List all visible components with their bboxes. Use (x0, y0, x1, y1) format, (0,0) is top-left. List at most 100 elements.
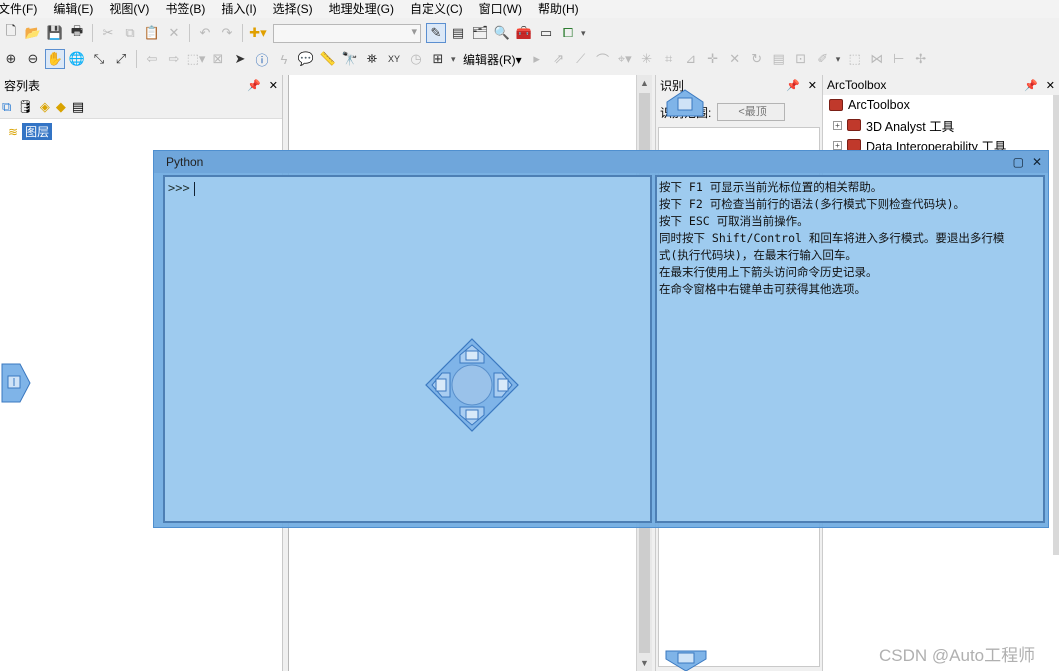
scroll-down-icon[interactable]: ▼ (637, 655, 652, 671)
arctoolbox-root[interactable]: ArcToolbox (823, 95, 1059, 115)
maximize-icon[interactable]: ▢ (1013, 155, 1024, 169)
python-window-icon[interactable]: ▭ (536, 23, 556, 43)
go-to-xy-icon[interactable]: XY (384, 49, 404, 69)
menu-bookmarks[interactable]: 书签(B) (165, 1, 212, 17)
vertex-icon[interactable]: ⊢ (889, 49, 909, 69)
window-right-scrollbar[interactable] (1053, 95, 1059, 555)
python-window[interactable]: Python ▢ ✕ >>> 按下 F1 可显示当前光标位置的相关帮助。 按下 … (153, 150, 1049, 528)
print-icon[interactable]: 🖶 (67, 23, 87, 43)
scroll-up-icon[interactable]: ▲ (637, 75, 652, 91)
modelbuilder-icon[interactable]: ⧠ (558, 23, 578, 43)
edit-annotation-icon[interactable]: ⇗ (549, 49, 569, 69)
list-by-selection-icon[interactable]: ◆ (56, 99, 66, 115)
trace-icon[interactable]: ⌖▾ (615, 49, 635, 69)
sketch-properties-icon[interactable]: ⊡ (791, 49, 811, 69)
full-extent-globe-icon[interactable]: 🌐 (67, 49, 87, 69)
clear-selection-icon[interactable]: ⊠ (208, 49, 228, 69)
expand-icon[interactable]: + (833, 120, 842, 130)
menu-geoprocessing[interactable]: 地理处理(G) (329, 1, 401, 17)
create-features-icon[interactable]: ✐ (813, 49, 833, 69)
editor-menu-button[interactable]: 编辑器(R)▾ (459, 51, 526, 68)
topology-icon[interactable]: ⋈ (867, 49, 887, 69)
reshape-icon[interactable]: ⊿ (681, 49, 701, 69)
time-slider-icon[interactable]: ◷ (406, 49, 426, 69)
hyperlink-icon[interactable]: ϟ (274, 49, 294, 69)
select-elements-icon[interactable]: ➤ (230, 49, 250, 69)
options-icon[interactable]: ▤ (72, 99, 84, 115)
add-data-icon[interactable]: ✚▾ (248, 23, 268, 43)
select-features-icon[interactable]: ⬚▾ (186, 49, 206, 69)
close-icon[interactable]: ✕ (1032, 155, 1042, 169)
edit-vertices-icon[interactable]: ⌗ (659, 49, 679, 69)
toolbar-overflow-icon[interactable]: ▾ (581, 26, 587, 40)
menu-file[interactable]: 文件(F) (0, 1, 44, 17)
list-by-source-icon[interactable]: 🛢 (17, 99, 34, 115)
search-window-icon[interactable]: 🔍 (492, 23, 512, 43)
dock-compass-icon[interactable] (424, 337, 520, 433)
close-icon[interactable]: ✕ (808, 79, 817, 92)
pin-icon[interactable]: 📌 (786, 79, 800, 92)
identify-info-icon[interactable]: ⓘ (252, 49, 272, 69)
cut-polygons-icon[interactable]: ✛ (703, 49, 723, 69)
zoom-out-icon[interactable]: ⊖ (23, 49, 43, 69)
menu-selection[interactable]: 选择(S) (273, 1, 320, 17)
end-point-arc-icon[interactable]: ⌒ (593, 49, 613, 69)
attributes-icon[interactable]: ▤ (769, 49, 789, 69)
find-binoculars-icon[interactable]: 🔭 (340, 49, 360, 69)
open-folder-icon[interactable]: 📂 (23, 23, 43, 43)
fixed-zoom-in-icon[interactable]: ⤡ (89, 49, 109, 69)
table-of-contents-window-icon[interactable]: ▤ (448, 23, 468, 43)
layer-label[interactable]: 图层 (22, 123, 53, 140)
menu-windows[interactable]: 窗口(W) (479, 1, 529, 17)
fixed-zoom-out-icon[interactable]: ⤢ (111, 49, 131, 69)
toolbar-overflow-icon[interactable]: ▾ (836, 52, 842, 66)
measure-icon[interactable]: 📏 (318, 49, 338, 69)
catalog-window-icon[interactable]: 🗂 (470, 23, 490, 43)
straight-segment-icon[interactable]: ⟋ (571, 49, 591, 69)
identify-from-select[interactable]: <最顶 (717, 103, 786, 121)
menu-insert[interactable]: 插入(I) (221, 1, 263, 17)
html-popup-icon[interactable]: 💬 (296, 49, 316, 69)
menu-view[interactable]: 视图(V) (109, 1, 156, 17)
dock-top-guide-icon[interactable] (665, 88, 705, 118)
pin-icon[interactable]: 📌 (247, 79, 261, 92)
python-title-bar[interactable]: Python ▢ ✕ (154, 151, 1048, 173)
redo-icon[interactable]: ↷ (217, 23, 237, 43)
copy-icon[interactable]: ⧉ (120, 23, 140, 43)
menu-edit[interactable]: 编辑(E) (53, 1, 100, 17)
delete-icon[interactable]: ✕ (164, 23, 184, 43)
rotate-icon[interactable]: ↻ (747, 49, 767, 69)
menu-help[interactable]: 帮助(H) (538, 1, 586, 17)
new-document-icon[interactable]: 🗋 (1, 23, 21, 43)
close-icon[interactable]: ✕ (269, 79, 278, 92)
edit-tool-icon[interactable]: ▸ (527, 49, 547, 69)
undo-icon[interactable]: ↶ (195, 23, 215, 43)
menu-customize[interactable]: 自定义(C) (410, 1, 470, 17)
find-route-icon[interactable]: ⛯ (362, 49, 382, 69)
paste-icon[interactable]: 📋 (142, 23, 162, 43)
back-extent-icon[interactable]: ⇦ (142, 49, 162, 69)
save-icon[interactable]: 💾 (45, 23, 65, 43)
toolbar-overflow-icon[interactable]: ▾ (451, 52, 457, 66)
cut-icon[interactable]: ✂ (98, 23, 118, 43)
expand-icon[interactable]: + (833, 140, 842, 150)
editor-toolbar-icon[interactable]: ✎ (426, 23, 446, 43)
close-icon[interactable]: ✕ (1046, 79, 1055, 92)
layers-data-frame[interactable]: ≋ 图层 (8, 123, 282, 140)
toolbox-item-3d-analyst[interactable]: + 3D Analyst 工具 (823, 115, 1059, 135)
zoom-in-icon[interactable]: ⊕ (1, 49, 21, 69)
list-by-visibility-icon[interactable]: ◈ (40, 99, 50, 115)
dock-bottom-guide-icon[interactable] (664, 645, 708, 671)
map-scale-combo[interactable] (273, 23, 421, 43)
point-icon[interactable]: ✳ (637, 49, 657, 69)
viewer-window-icon[interactable]: ⊞ (428, 49, 448, 69)
pan-hand-icon[interactable]: ✋ (45, 49, 65, 69)
python-command-pane[interactable]: >>> (163, 175, 652, 523)
pin-icon[interactable]: 📌 (1024, 79, 1038, 92)
list-by-drawing-order-icon[interactable]: ⧉ (2, 99, 11, 115)
forward-extent-icon[interactable]: ⇨ (164, 49, 184, 69)
split-icon[interactable]: ✕ (725, 49, 745, 69)
georef-icon[interactable]: ⬚ (845, 49, 865, 69)
dock-left-guide-icon[interactable] (0, 362, 32, 404)
arctoolbox-window-icon[interactable]: 🧰 (514, 23, 534, 43)
